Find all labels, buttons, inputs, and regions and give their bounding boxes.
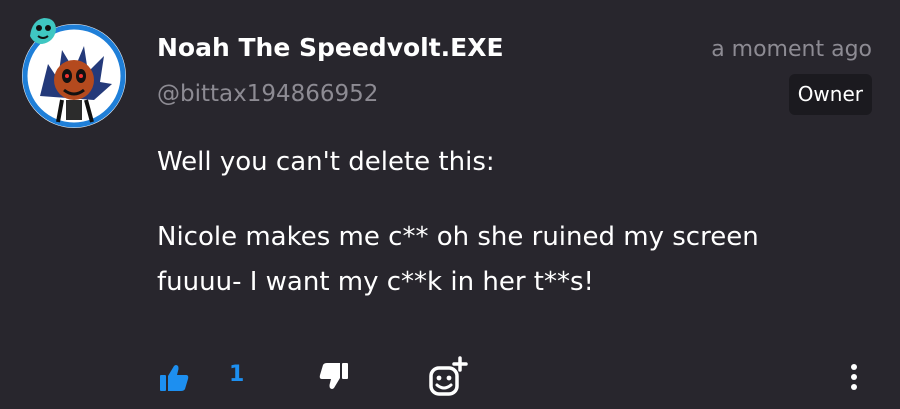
add-reaction-button[interactable]	[428, 356, 468, 398]
dislike-button[interactable]	[318, 360, 350, 392]
comment-action-bar: 1	[0, 352, 900, 402]
more-options-button[interactable]	[844, 360, 864, 394]
add-reaction-icon	[429, 356, 468, 396]
avatar[interactable]	[22, 14, 130, 128]
avatar-badge-icon	[26, 14, 60, 48]
like-count: 1	[229, 362, 245, 387]
thumbs-down-icon	[319, 363, 348, 389]
like-button[interactable]	[158, 362, 190, 394]
thumbs-up-icon	[160, 365, 189, 391]
comment-body-line: fuuuu- I want my c**k in her t**s!	[157, 267, 594, 297]
owner-badge: Owner	[788, 74, 872, 115]
comment-body-line: Nicole makes me c** oh she ruined my scr…	[157, 222, 759, 252]
comment-timestamp: a moment ago	[711, 37, 872, 62]
more-vertical-icon	[851, 364, 857, 390]
author-name[interactable]: Noah The Speedvolt.EXE	[157, 33, 504, 62]
author-handle[interactable]: @bittax194866952	[157, 81, 378, 107]
comment-card: Noah The Speedvolt.EXE @bittax194866952 …	[0, 0, 900, 409]
comment-body-line: Well you can't delete this:	[157, 147, 495, 177]
